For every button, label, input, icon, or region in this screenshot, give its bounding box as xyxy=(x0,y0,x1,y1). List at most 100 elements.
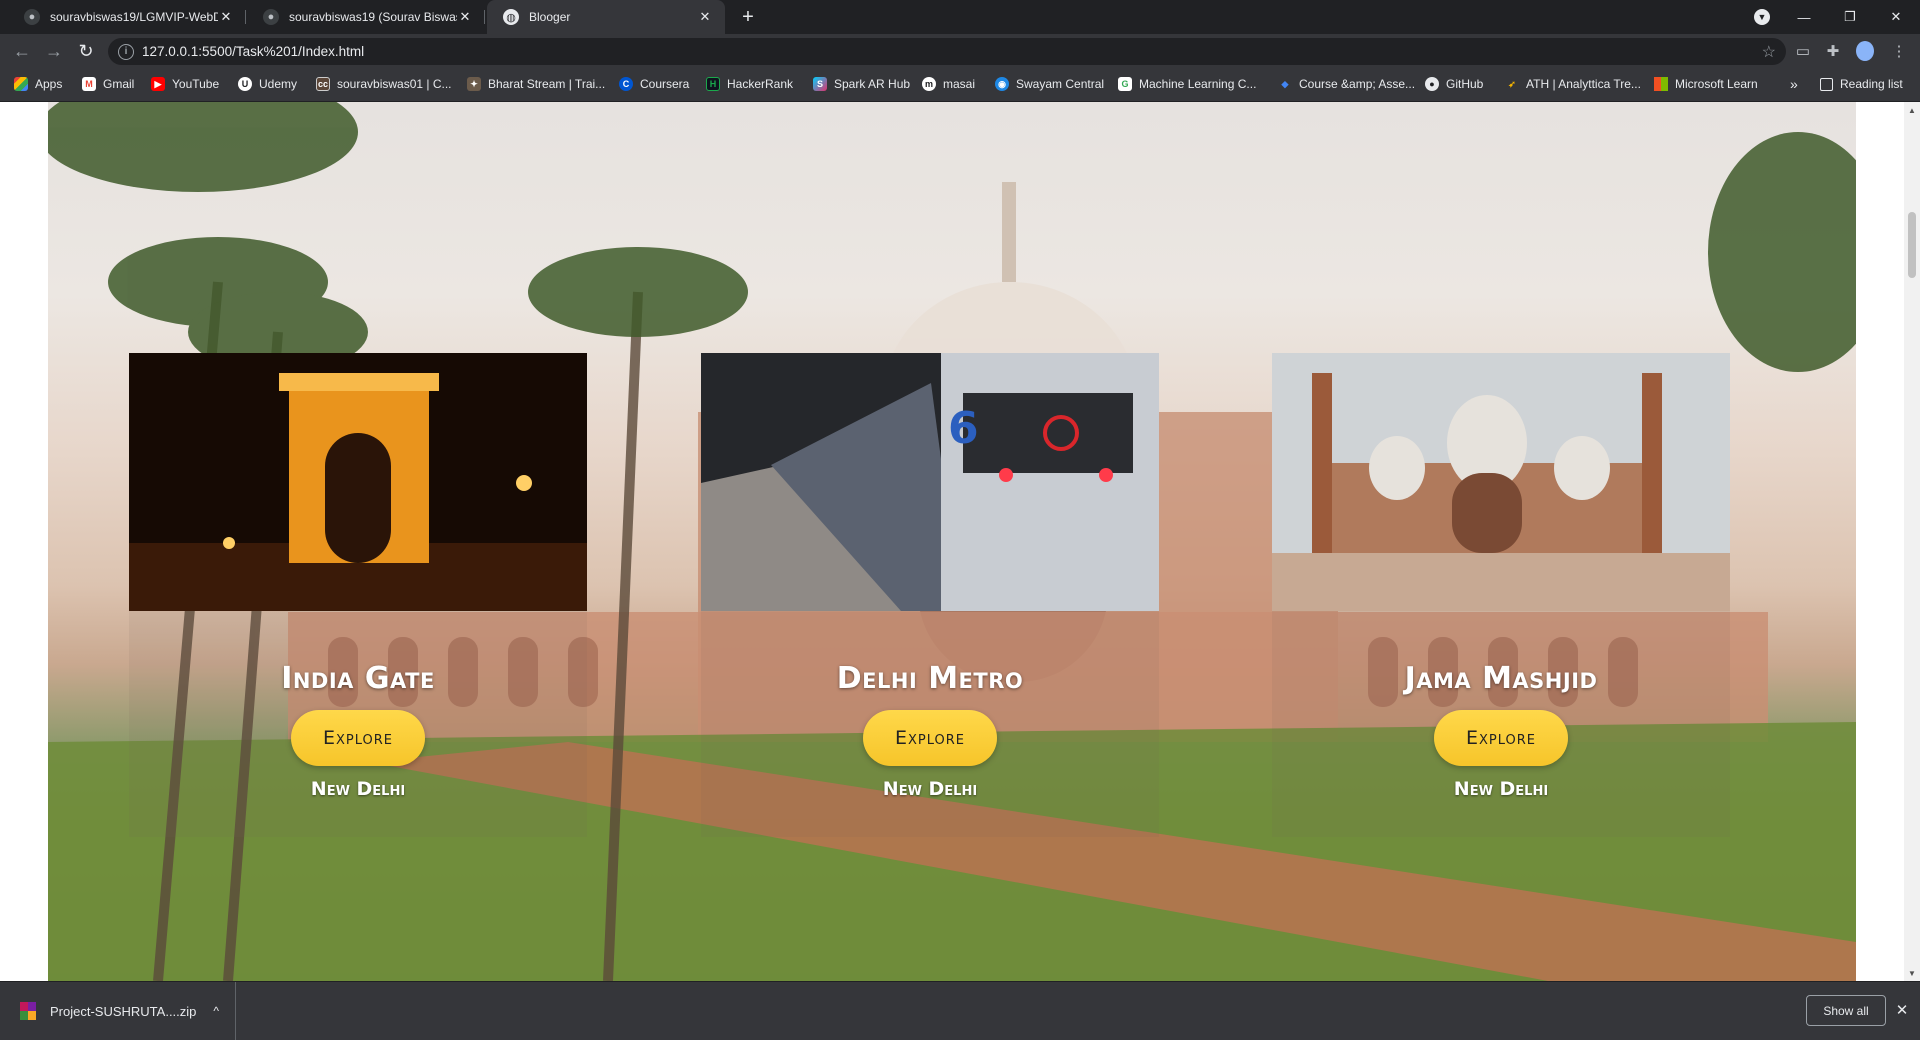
page-scrollbar[interactable]: ▲ ▼ xyxy=(1904,102,1920,981)
tab-close-icon[interactable]: ✕ xyxy=(697,9,713,25)
close-shelf-icon[interactable]: ✕ xyxy=(1892,1000,1912,1020)
tab-search-icon[interactable]: ▼ xyxy=(1740,0,1784,34)
card-city: New Delhi xyxy=(1453,778,1549,800)
back-button[interactable]: ← xyxy=(8,37,36,65)
udemy-icon: U xyxy=(238,77,252,91)
menu-kebab-icon[interactable]: ⋮ xyxy=(1890,42,1908,60)
bookmark-codechef[interactable]: cc souravbiswas01 | C... xyxy=(316,68,452,100)
bookmark-spark-ar[interactable]: S Spark AR Hub xyxy=(813,68,910,100)
bookmark-label: Apps xyxy=(35,77,63,91)
bookmark-masai[interactable]: m masai xyxy=(922,68,975,100)
new-tab-button[interactable]: + xyxy=(734,4,762,30)
bookmarks-bar: Apps M Gmail ▶ YouTube U Udemy cc sourav… xyxy=(0,68,1920,102)
tab-profile[interactable]: ● souravbiswas19 (Sourav Biswas) ✕ xyxy=(247,0,485,34)
bookmark-label: HackerRank xyxy=(727,77,794,91)
address-bar[interactable]: i 127.0.0.1:5500/Task%201/Index.html ☆ xyxy=(108,38,1786,65)
analyttica-icon: ➶ xyxy=(1508,78,1516,89)
explore-button[interactable]: Explore xyxy=(291,710,425,766)
card-city: New Delhi xyxy=(310,778,406,800)
bookmark-microsoft-learn[interactable]: Microsoft Learn xyxy=(1654,68,1758,100)
hero-background: India Gate Explore New Delhi 6 Delhi Met… xyxy=(48,102,1856,981)
scroll-down-arrow-icon[interactable]: ▼ xyxy=(1904,965,1920,981)
apps-grid-icon xyxy=(14,77,28,91)
gmail-icon: M xyxy=(82,77,96,91)
card-title: Delhi Metro xyxy=(836,661,1024,696)
codechef-icon: cc xyxy=(316,77,330,91)
github-icon: ● xyxy=(263,9,279,25)
tab-strip: ● souravbiswas19/LGMVIP-WebDe ✕ ● sourav… xyxy=(0,0,1920,34)
bookmark-youtube[interactable]: ▶ YouTube xyxy=(151,68,219,100)
explore-button[interactable]: Explore xyxy=(863,710,997,766)
scrollbar-thumb[interactable] xyxy=(1908,212,1916,278)
url-text: 127.0.0.1:5500/Task%201/Index.html xyxy=(142,44,365,59)
bookmarks-overflow-button[interactable]: » xyxy=(1790,68,1798,100)
tab-close-icon[interactable]: ✕ xyxy=(218,9,234,25)
bookmark-hackerrank[interactable]: H HackerRank xyxy=(706,68,793,100)
bookmark-label: Bharat Stream | Trai... xyxy=(488,77,606,91)
explore-button[interactable]: Explore xyxy=(1434,710,1568,766)
media-icon[interactable]: ▭ xyxy=(1794,42,1812,60)
bookmark-swayam[interactable]: ◉ Swayam Central xyxy=(995,68,1104,100)
browser-toolbar: ← → ↻ i 127.0.0.1:5500/Task%201/Index.ht… xyxy=(0,34,1920,68)
bookmark-label: Machine Learning C... xyxy=(1139,77,1257,91)
zip-file-icon xyxy=(20,1002,36,1020)
site-info-icon[interactable]: i xyxy=(118,43,134,60)
tab-title: souravbiswas19 (Sourav Biswas) xyxy=(289,10,457,24)
profile-avatar-icon[interactable] xyxy=(1856,41,1874,61)
svg-text:6: 6 xyxy=(948,403,979,454)
forward-button[interactable]: → xyxy=(40,37,68,65)
india-gate-photo xyxy=(129,353,587,611)
extensions-icon[interactable]: ✚ xyxy=(1824,42,1842,60)
card-title: India Gate xyxy=(281,661,435,696)
microsoft-icon xyxy=(1654,77,1668,91)
close-window-button[interactable]: ✕ xyxy=(1874,0,1918,34)
bookmark-label: Gmail xyxy=(103,77,135,91)
bookmark-udemy[interactable]: U Udemy xyxy=(238,68,297,100)
bookmark-label: Swayam Central xyxy=(1016,77,1105,91)
restore-button[interactable]: ❐ xyxy=(1828,0,1872,34)
bookmark-course-assessment[interactable]: ◆ Course &amp; Asse... xyxy=(1278,68,1416,100)
scroll-up-arrow-icon[interactable]: ▲ xyxy=(1904,102,1920,118)
github-icon: ● xyxy=(1425,77,1439,91)
tab-close-icon[interactable]: ✕ xyxy=(457,9,473,25)
bookmark-label: Microsoft Learn xyxy=(1675,77,1758,91)
tab-lgmvip[interactable]: ● souravbiswas19/LGMVIP-WebDe ✕ xyxy=(8,0,246,34)
minimize-button[interactable]: — xyxy=(1782,0,1826,34)
show-all-button[interactable]: Show all xyxy=(1806,995,1886,1026)
coursera-icon: C xyxy=(619,77,633,91)
bookmark-gmail[interactable]: M Gmail xyxy=(82,68,134,100)
bookmark-machine-learning[interactable]: G Machine Learning C... xyxy=(1118,68,1256,100)
tab-title: Blooger xyxy=(529,10,571,24)
chevron-up-icon[interactable]: ^ xyxy=(213,1004,219,1018)
reload-button[interactable]: ↻ xyxy=(72,37,100,65)
download-filename: Project-SUSHRUTA....zip xyxy=(50,1003,197,1019)
card-delhi-metro: 6 Delhi Metro Explore New Delhi xyxy=(701,353,1159,837)
bookmark-analyttica[interactable]: ➶ ATH | Analyttica Tre... xyxy=(1505,68,1641,100)
jama-mashjid-photo xyxy=(1272,353,1730,611)
github-icon: ● xyxy=(24,9,40,25)
swayam-icon: ◉ xyxy=(995,77,1009,91)
bookmark-label: GitHub xyxy=(1446,77,1484,91)
bookmark-label: Course &amp; Asse... xyxy=(1299,77,1416,91)
bookmark-star-icon[interactable]: ☆ xyxy=(1762,42,1776,62)
page-viewport: India Gate Explore New Delhi 6 Delhi Met… xyxy=(0,102,1904,981)
download-item[interactable]: Project-SUSHRUTA....zip ^ xyxy=(0,982,236,1040)
hackerrank-icon: H xyxy=(706,77,720,91)
bookmark-label: Udemy xyxy=(259,77,298,91)
masai-icon: m xyxy=(922,77,936,91)
globe-icon: ◍ xyxy=(503,9,519,25)
bookmark-label: souravbiswas01 | C... xyxy=(337,77,452,91)
card-jama-mashjid: Jama Mashjid Explore New Delhi xyxy=(1272,353,1730,837)
reading-list-button[interactable]: Reading list xyxy=(1820,68,1903,100)
bookmark-label: YouTube xyxy=(172,77,220,91)
tab-blooger[interactable]: ◍ Blooger ✕ xyxy=(487,0,725,34)
bookmark-apps[interactable]: Apps xyxy=(14,68,62,100)
bookmark-coursera[interactable]: C Coursera xyxy=(619,68,689,100)
bookmark-label: ATH | Analyttica Tre... xyxy=(1526,77,1641,91)
bookmark-github[interactable]: ● GitHub xyxy=(1425,68,1483,100)
youtube-icon: ▶ xyxy=(151,77,165,91)
course-icon: ◆ xyxy=(1281,78,1289,89)
card-india-gate: India Gate Explore New Delhi xyxy=(129,353,587,837)
card-city: New Delhi xyxy=(882,778,978,800)
bookmark-bharat-stream[interactable]: ✦ Bharat Stream | Trai... xyxy=(467,68,605,100)
